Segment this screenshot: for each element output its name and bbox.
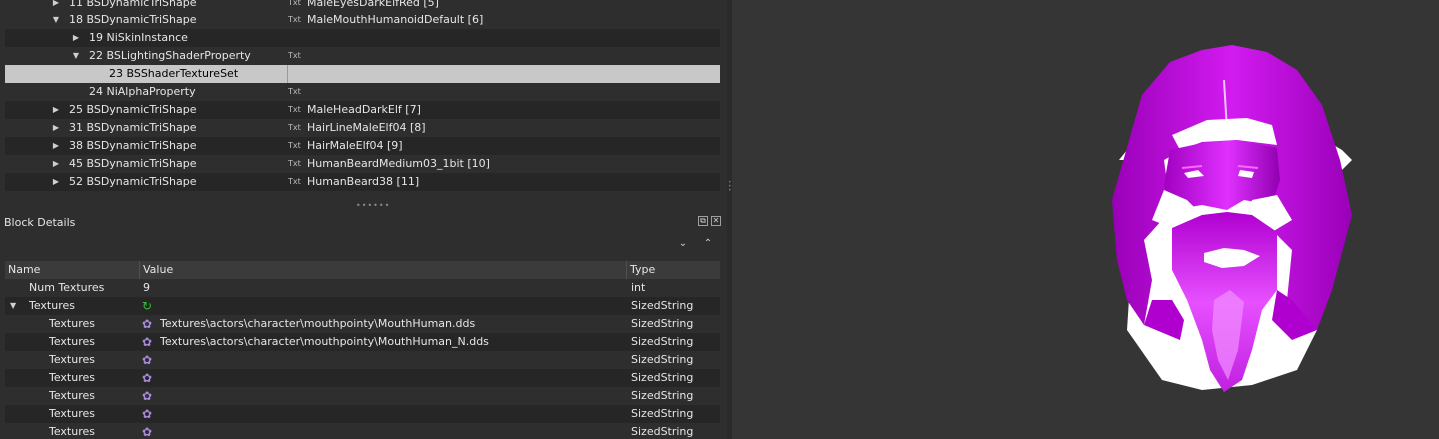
details-row[interactable]: ▼ Textures ↻ SizedString (5, 297, 720, 315)
collapse-arrow-icon[interactable]: ▼ (71, 47, 81, 65)
field-type: SizedString (631, 371, 694, 384)
collapse-arrow-icon[interactable]: ▼ (51, 11, 61, 29)
tree-row-selected[interactable]: 23 BSShaderTextureSet (5, 65, 720, 83)
texture-icon: ✿ (142, 317, 153, 331)
details-header: Name Value Type (5, 261, 720, 279)
texture-icon: ✿ (142, 353, 153, 367)
render-viewport[interactable] (732, 0, 1439, 439)
texture-icon: ✿ (142, 425, 153, 439)
tree-row-label: 45 BSDynamicTriShape (69, 157, 197, 170)
tree-row[interactable]: ▶ 31 BSDynamicTriShape Txt HairLineMaleE… (5, 119, 720, 137)
head-model (1112, 45, 1352, 392)
tree-row[interactable]: ▶ 52 BSDynamicTriShape Txt HumanBeard38 … (5, 173, 720, 191)
details-row[interactable]: Textures ✿ Textures\actors\character\mou… (5, 315, 720, 333)
block-details-title: Block Details (4, 216, 76, 229)
details-toolbar: ⌄ ⌃ (676, 238, 720, 252)
expand-arrow-icon[interactable]: ▶ (51, 119, 61, 137)
details-row[interactable]: Textures ✿ SizedString (5, 387, 720, 405)
tree-row[interactable]: ▼ 18 BSDynamicTriShape Txt MaleMouthHuma… (5, 11, 720, 29)
txt-icon: Txt (288, 105, 301, 114)
float-icon[interactable]: ⧉ (698, 216, 708, 226)
tree-row[interactable]: ▶ 19 NiSkinInstance (5, 29, 720, 47)
details-row[interactable]: Textures ✿ Textures\actors\character\mou… (5, 333, 720, 351)
expand-arrow-icon[interactable]: ▶ (51, 155, 61, 173)
field-type: SizedString (631, 317, 694, 330)
details-row[interactable]: Num Textures 9 int (5, 279, 720, 297)
expand-arrow-icon[interactable]: ▶ (51, 101, 61, 119)
details-row[interactable]: Textures ✿ SizedString (5, 423, 720, 439)
tree-row-label: 52 BSDynamicTriShape (69, 175, 197, 188)
field-value[interactable]: Textures\actors\character\mouthpointy\Mo… (160, 333, 489, 351)
field-name: Textures (49, 335, 95, 348)
expand-arrow-icon[interactable]: ▶ (51, 173, 61, 191)
dock-buttons: ⧉ ✕ (698, 216, 722, 228)
tree-row-label: 24 NiAlphaProperty (89, 85, 196, 98)
tree-row-label: 23 BSShaderTextureSet (109, 67, 239, 80)
details-row[interactable]: Textures ✿ SizedString (5, 351, 720, 369)
txt-icon: Txt (288, 51, 301, 60)
tree-row-value: MaleMouthHumanoidDefault [6] (307, 13, 484, 26)
tree-row-label: 25 BSDynamicTriShape (69, 103, 197, 116)
refresh-icon: ↻ (142, 299, 153, 313)
collapse-arrow-icon[interactable]: ▼ (10, 297, 16, 315)
field-value[interactable]: 9 (143, 279, 150, 297)
tree-row-label: 18 BSDynamicTriShape (69, 13, 197, 26)
field-name: Textures (49, 353, 95, 366)
tree-row-value: HairMaleElf04 [9] (307, 139, 403, 152)
column-header-name[interactable]: Name (5, 261, 140, 279)
txt-icon: Txt (288, 123, 301, 132)
expand-all-icon[interactable]: ⌄ (676, 238, 690, 249)
expand-arrow-icon[interactable]: ▶ (51, 137, 61, 155)
details-row[interactable]: Textures ✿ SizedString (5, 369, 720, 387)
expand-arrow-icon[interactable]: ▶ (71, 29, 81, 47)
close-icon[interactable]: ✕ (711, 216, 721, 226)
tree-row-label: 22 BSLightingShaderProperty (89, 49, 251, 62)
txt-icon: Txt (288, 15, 301, 24)
field-type: SizedString (631, 407, 694, 420)
txt-icon: Txt (288, 177, 301, 186)
field-type: SizedString (631, 353, 694, 366)
txt-icon: Txt (288, 87, 301, 96)
tree-row-value: HumanBeardMedium03_1bit [10] (307, 157, 490, 170)
texture-icon: ✿ (142, 335, 153, 349)
tree-row[interactable]: 24 NiAlphaProperty Txt (5, 83, 720, 101)
left-pane: ▶ 11 BSDynamicTriShape Txt MaleEyesDarkE… (0, 0, 727, 439)
field-name: Textures (49, 371, 95, 384)
field-name: Num Textures (29, 281, 105, 294)
field-name: Textures (49, 407, 95, 420)
column-header-value[interactable]: Value (140, 261, 627, 279)
field-name: Textures (49, 425, 95, 438)
field-type: SizedString (631, 335, 694, 348)
texture-icon: ✿ (142, 371, 153, 385)
block-tree[interactable]: ▶ 11 BSDynamicTriShape Txt MaleEyesDarkE… (0, 0, 720, 193)
field-type: SizedString (631, 299, 694, 312)
tree-row[interactable]: ▶ 25 BSDynamicTriShape Txt MaleHeadDarkE… (5, 101, 720, 119)
tree-row-label: 38 BSDynamicTriShape (69, 139, 197, 152)
field-name: Textures (49, 389, 95, 402)
field-name: Textures (29, 299, 75, 312)
texture-icon: ✿ (142, 407, 153, 421)
column-header-type[interactable]: Type (627, 261, 720, 279)
field-name: Textures (49, 317, 95, 330)
tree-row[interactable]: ▶ 45 BSDynamicTriShape Txt HumanBeardMed… (5, 155, 720, 173)
details-row[interactable]: Textures ✿ SizedString (5, 405, 720, 423)
txt-icon: Txt (288, 141, 301, 150)
field-type: SizedString (631, 425, 694, 438)
field-type: int (631, 281, 646, 294)
tree-row-value: HumanBeard38 [11] (307, 175, 420, 188)
collapse-all-icon[interactable]: ⌃ (701, 238, 715, 249)
field-value[interactable]: Textures\actors\character\mouthpointy\Mo… (160, 315, 475, 333)
txt-icon: Txt (288, 159, 301, 168)
texture-icon: ✿ (142, 389, 153, 403)
tree-row-value: MaleHeadDarkElf [7] (307, 103, 421, 116)
field-type: SizedString (631, 389, 694, 402)
tree-row[interactable]: ▶ 38 BSDynamicTriShape Txt HairMaleElf04… (5, 137, 720, 155)
tree-row[interactable]: ▼ 22 BSLightingShaderProperty Txt (5, 47, 720, 65)
tree-row-label: 19 NiSkinInstance (89, 31, 188, 44)
horizontal-splitter-handle[interactable]: •••••• (356, 202, 389, 210)
tree-row-label: 31 BSDynamicTriShape (69, 121, 197, 134)
tree-row-value: HairLineMaleElf04 [8] (307, 121, 426, 134)
